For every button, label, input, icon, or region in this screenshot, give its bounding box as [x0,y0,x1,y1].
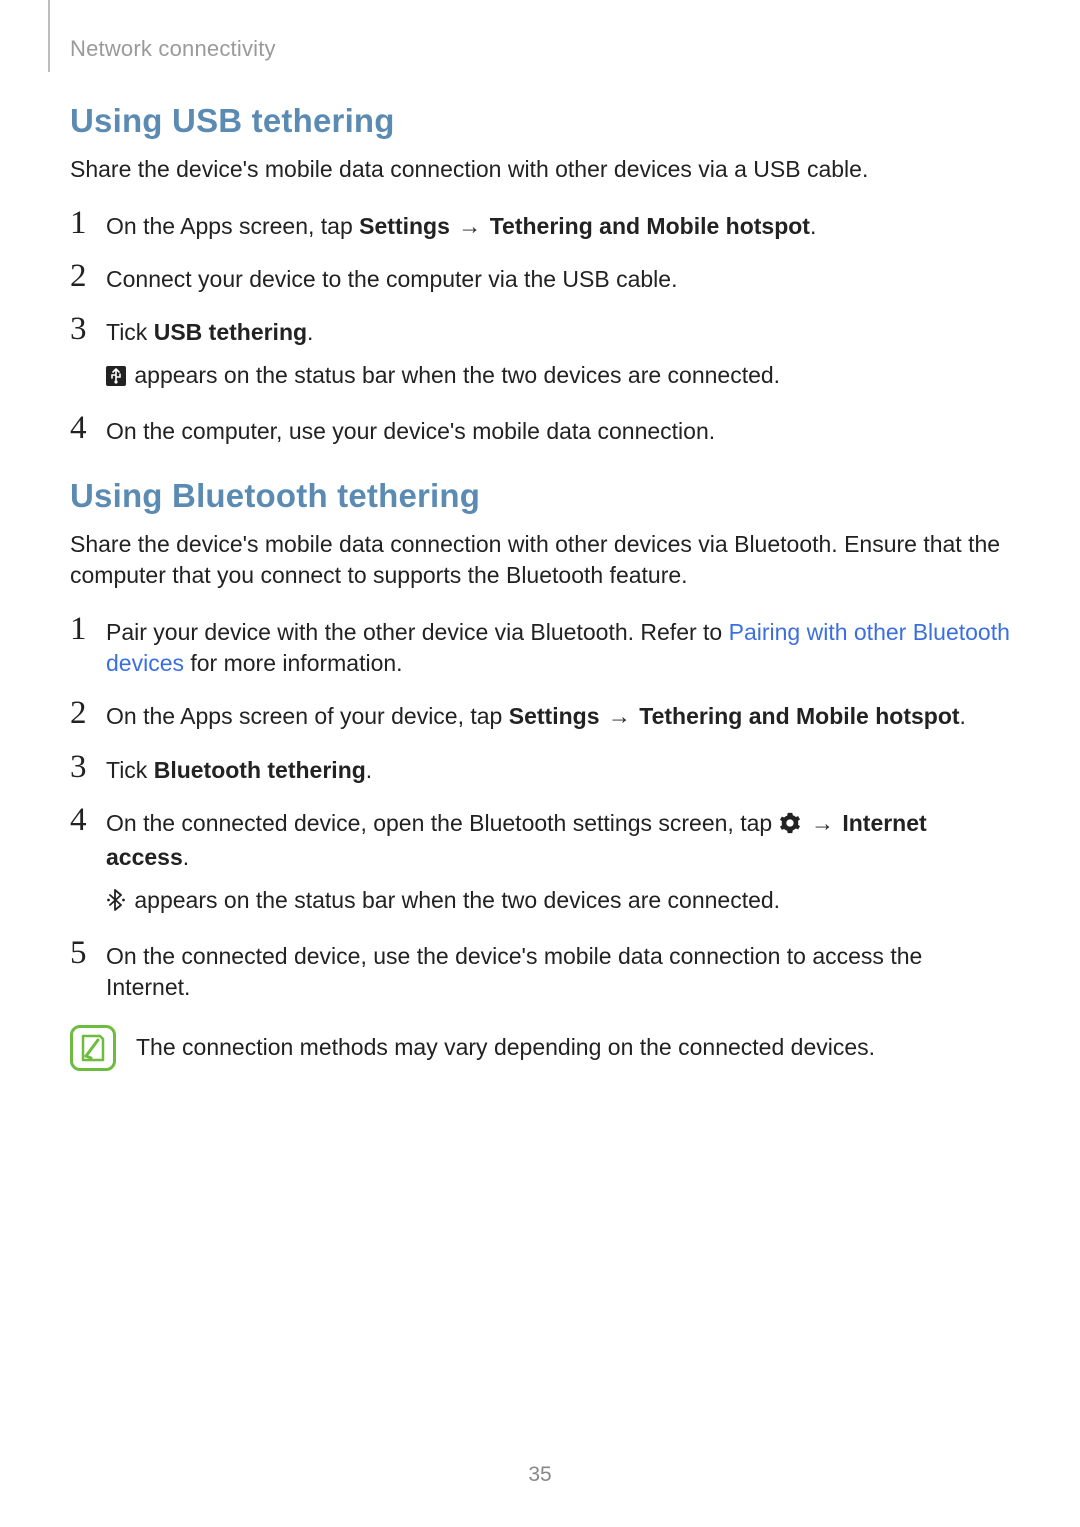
step-body: Tick Bluetooth tethering. [106,751,1010,786]
s1-step-4: 4 On the computer, use your device's mob… [70,412,1010,447]
usb-tether-icon [106,363,126,394]
step-body: On the computer, use your device's mobil… [106,412,1010,447]
step-number: 1 [70,613,106,646]
label-tether-hotspot: Tethering and Mobile hotspot [639,703,959,729]
s1-step-1: 1 On the Apps screen, tap Settings → Tet… [70,207,1010,242]
note-text: The connection methods may vary dependin… [136,1034,875,1061]
text: Pair your device with the other device v… [106,619,729,645]
step-body: On the Apps screen, tap Settings → Tethe… [106,207,1010,242]
s2-step-1: 1 Pair your device with the other device… [70,613,1010,679]
gear-icon [779,811,801,842]
step-body: Connect your device to the computer via … [106,260,1010,295]
s1-step-3: 3 Tick USB tethering. appears on the sta… [70,313,1010,394]
step-number: 5 [70,937,106,970]
text: . [307,319,313,345]
label-tether-hotspot: Tethering and Mobile hotspot [490,213,810,239]
step-body: On the Apps screen of your device, tap S… [106,697,1010,732]
bluetooth-active-icon [106,888,126,919]
step-body: Tick USB tethering. appears on the statu… [106,313,1010,394]
heading-usb-tethering: Using USB tethering [70,102,1010,140]
s2-step-3: 3 Tick Bluetooth tethering. [70,751,1010,786]
text: appears on the status bar when the two d… [128,362,780,388]
step-number: 2 [70,260,106,293]
step-number: 4 [70,412,106,445]
label-settings: Settings [509,703,600,729]
text: . [183,844,189,870]
sub-line: appears on the status bar when the two d… [106,885,1010,919]
text: Tick [106,757,154,783]
text: On the Apps screen of your device, tap [106,703,509,729]
document-page: Network connectivity Using USB tethering… [0,0,1080,1527]
note-icon [70,1025,116,1071]
text: . [810,213,816,239]
lead-bt: Share the device's mobile data connectio… [70,529,1010,591]
text: Tick [106,319,154,345]
text: appears on the status bar when the two d… [128,887,780,913]
label-settings: Settings [359,213,450,239]
s2-step-5: 5 On the connected device, use the devic… [70,937,1010,1003]
text: for more information. [184,650,403,676]
text: . [366,757,372,783]
s2-step-4: 4 On the connected device, open the Blue… [70,804,1010,919]
note-row: The connection methods may vary dependin… [70,1025,1010,1071]
text: . [960,703,966,729]
arrow: → [803,810,843,836]
label-bt-tethering: Bluetooth tethering [154,757,366,783]
arrow: → [599,703,639,729]
crumb-divider [48,0,50,72]
lead-usb: Share the device's mobile data connectio… [70,154,1010,185]
breadcrumb-wrap: Network connectivity [70,36,1010,72]
label-usb-tethering: USB tethering [154,319,307,345]
sub-line: appears on the status bar when the two d… [106,360,1010,394]
step-body: On the connected device, open the Blueto… [106,804,1010,919]
s1-step-2: 2 Connect your device to the computer vi… [70,260,1010,295]
step-number: 3 [70,751,106,784]
heading-bt-tethering: Using Bluetooth tethering [70,477,1010,515]
step-number: 3 [70,313,106,346]
text: On the Apps screen, tap [106,213,359,239]
breadcrumb: Network connectivity [70,36,1010,62]
page-number: 35 [0,1463,1080,1487]
step-body: On the connected device, use the device'… [106,937,1010,1003]
step-number: 2 [70,697,106,730]
step-number: 4 [70,804,106,837]
step-number: 1 [70,207,106,240]
s2-step-2: 2 On the Apps screen of your device, tap… [70,697,1010,732]
step-body: Pair your device with the other device v… [106,613,1010,679]
text: On the connected device, open the Blueto… [106,810,779,836]
arrow: → [450,213,490,239]
